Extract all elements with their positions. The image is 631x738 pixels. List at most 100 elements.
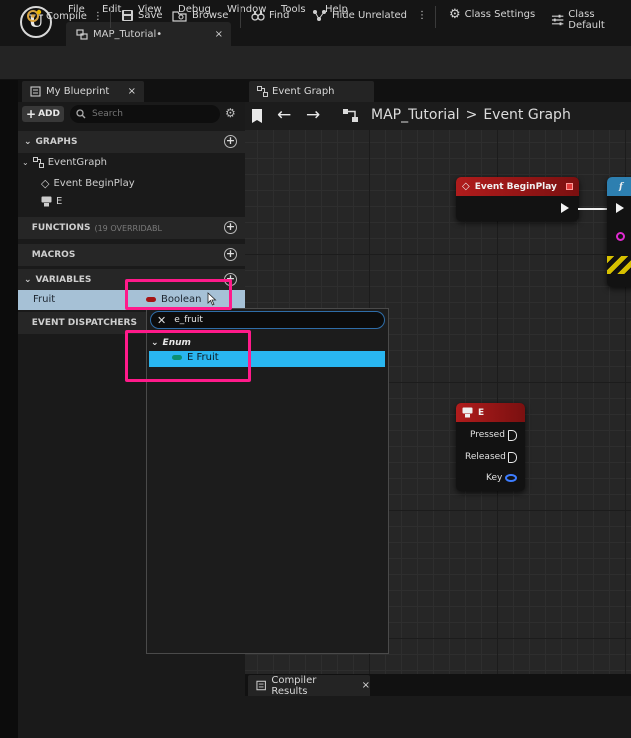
event-graph-icon (32, 157, 44, 168)
clear-search-icon[interactable]: ✕ (157, 314, 166, 327)
compile-options-icon[interactable]: ⋮ (93, 11, 103, 22)
compiler-results-label: Compiler Results (271, 674, 317, 697)
event-diamond-icon: ◇ (41, 177, 50, 190)
find-button[interactable]: Find (251, 9, 290, 22)
event-dispatchers-label: EVENT DISPATCHERS (31, 318, 137, 328)
document-tab-title: MAP_Tutorial• (93, 28, 163, 40)
class-defaults-button[interactable]: Class Default (551, 9, 631, 31)
find-binoculars-icon (251, 11, 265, 21)
functions-section-header[interactable]: › FUNCTIONS (19 OVERRIDABL + (18, 217, 245, 239)
key-struct-pin[interactable] (505, 474, 517, 482)
compiler-results-icon (256, 680, 266, 691)
my-blueprint-tab[interactable]: My Blueprint × (22, 81, 144, 102)
hide-unrelated-options-icon[interactable]: ⋮ (417, 10, 427, 21)
blueprint-class-icon (76, 29, 88, 40)
close-tab-icon[interactable]: × (215, 29, 223, 40)
node-title: Event BeginPlay (474, 181, 557, 192)
compiler-results-area (245, 696, 631, 738)
tree-item-event-beginplay[interactable]: ◇ Event BeginPlay (41, 177, 135, 190)
breadcrumb-root[interactable]: MAP_Tutorial (371, 107, 460, 123)
hide-unrelated-icon (313, 10, 326, 21)
type-search-box[interactable]: ✕ (150, 311, 385, 329)
event-beginplay-node[interactable]: ◇ Event BeginPlay (456, 177, 579, 221)
node-title: E (478, 407, 485, 418)
forward-arrow-icon[interactable]: → (306, 105, 320, 125)
gear-icon: ⚙ (449, 6, 461, 22)
hide-unrelated-button[interactable]: Hide Unrelated ⋮ (312, 9, 427, 22)
browse-label: Browse (192, 10, 229, 21)
compiler-results-tab[interactable]: Compiler Results × (248, 674, 370, 697)
object-input-pin[interactable] (616, 232, 625, 241)
graphs-section-header[interactable]: ⌄ GRAPHS + (18, 131, 245, 153)
chevron-down-icon: ⌄ (24, 137, 32, 147)
save-icon (122, 10, 133, 21)
plus-icon: + (26, 107, 37, 121)
class-settings-button[interactable]: ⚙ Class Settings (449, 6, 536, 22)
add-function-icon[interactable]: + (224, 221, 237, 234)
close-tab-icon[interactable]: × (362, 680, 370, 691)
breadcrumb-current: Event Graph (483, 107, 571, 123)
compile-button[interactable]: Compile ⋮ (26, 9, 103, 23)
blueprint-search-box[interactable] (70, 105, 220, 123)
pressed-exec-pin[interactable] (508, 430, 517, 441)
chevron-down-icon: ⌄ (22, 158, 29, 167)
back-arrow-icon[interactable]: ← (277, 105, 291, 125)
variables-section-label: VARIABLES (35, 275, 92, 285)
toolbar-divider (435, 6, 436, 28)
exec-input-pin[interactable] (616, 203, 624, 213)
graph-hierarchy-icon (343, 109, 358, 122)
development-only-stripe (607, 256, 631, 274)
bookmark-icon[interactable] (250, 108, 264, 124)
my-blueprint-icon (30, 86, 41, 97)
tree-item-label: EventGraph (47, 157, 108, 168)
hide-unrelated-label: Hide Unrelated (332, 10, 408, 21)
add-macro-icon[interactable]: + (224, 248, 237, 261)
tree-item-e[interactable]: E (41, 196, 62, 207)
compile-icon (27, 9, 42, 22)
macros-section-label: MACROS (31, 250, 76, 260)
pressed-pin-label: Pressed (470, 430, 505, 440)
node-header: E (456, 403, 525, 422)
close-tab-icon[interactable]: × (128, 86, 136, 97)
node-header: f (607, 177, 631, 196)
event-graph-tab-label: Event Graph (272, 86, 335, 97)
tree-item-label: E (56, 196, 63, 207)
settings-gear-icon[interactable]: ⚙ (225, 106, 236, 120)
add-label: ADD (38, 109, 60, 119)
event-diamond-icon: ◇ (462, 181, 470, 192)
menu-edit[interactable]: Edit (102, 4, 121, 15)
toolbar-divider (110, 6, 111, 28)
type-search-input[interactable] (174, 315, 355, 325)
panel-side-strip (0, 80, 18, 738)
macros-section-header[interactable]: › MACROS + (18, 244, 245, 266)
input-key-icon (462, 407, 473, 418)
my-blueprint-tab-label: My Blueprint (46, 86, 110, 97)
add-button[interactable]: + ADD (22, 106, 64, 122)
key-pin-label: Key (486, 473, 503, 483)
class-settings-label: Class Settings (464, 9, 536, 20)
overridable-count: (19 OVERRIDABL (94, 223, 162, 233)
released-pin-label: Released (465, 452, 506, 462)
tree-item-label: Event BeginPlay (53, 178, 135, 189)
tree-item-eventgraph[interactable]: ⌄ EventGraph (22, 157, 107, 168)
find-label: Find (269, 10, 290, 21)
breadcrumb: MAP_Tutorial > Event Graph (371, 107, 571, 123)
save-label: Save (138, 10, 163, 21)
input-key-icon (41, 196, 52, 207)
browse-folder-icon (172, 11, 187, 22)
exec-output-pin[interactable] (561, 203, 569, 213)
event-graph-tab[interactable]: Event Graph (249, 81, 374, 102)
blueprint-search-input[interactable] (92, 109, 202, 119)
variable-name: Fruit (33, 294, 56, 305)
class-defaults-sliders-icon (551, 14, 564, 26)
class-defaults-label: Class Default (568, 9, 605, 31)
node-header: ◇ Event BeginPlay (456, 177, 579, 196)
save-button[interactable]: Save (121, 9, 163, 22)
browse-button[interactable]: Browse (172, 9, 228, 22)
delegate-pin-icon[interactable] (566, 183, 573, 190)
document-tab[interactable]: MAP_Tutorial• × (66, 22, 231, 46)
functions-section-label: FUNCTIONS (31, 223, 91, 233)
main-toolbar (0, 46, 631, 80)
released-exec-pin[interactable] (508, 452, 517, 463)
add-graph-icon[interactable]: + (224, 135, 237, 148)
